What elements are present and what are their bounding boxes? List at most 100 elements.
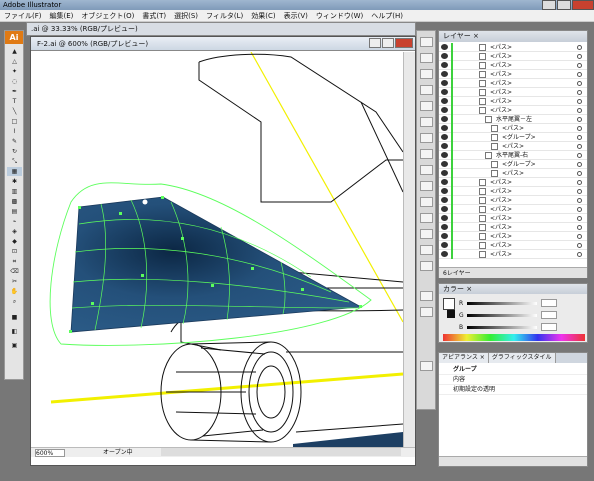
live-paint-tool-icon[interactable]: ◆ bbox=[7, 237, 22, 246]
visibility-eye-icon[interactable] bbox=[441, 134, 448, 140]
target-circle-icon[interactable] bbox=[577, 45, 582, 50]
maximize-button[interactable] bbox=[557, 0, 571, 10]
paragraph-icon[interactable] bbox=[420, 229, 433, 239]
layer-row[interactable]: <パス> bbox=[439, 106, 587, 115]
swatches-icon[interactable] bbox=[420, 149, 433, 159]
visibility-eye-icon[interactable] bbox=[441, 188, 448, 194]
target-circle-icon[interactable] bbox=[577, 198, 582, 203]
menu-file[interactable]: ファイル(F) bbox=[0, 10, 46, 22]
rectangle-tool-icon[interactable]: □ bbox=[7, 117, 22, 126]
paintbrush-tool-icon[interactable]: ⌇ bbox=[7, 127, 22, 136]
color-guide-icon[interactable] bbox=[420, 307, 433, 317]
target-circle-icon[interactable] bbox=[577, 243, 582, 248]
type-tool-icon[interactable]: T bbox=[7, 97, 22, 106]
layer-row[interactable]: <グループ> bbox=[439, 160, 587, 169]
menu-effect[interactable]: 効果(C) bbox=[247, 10, 279, 22]
visibility-eye-icon[interactable] bbox=[441, 71, 448, 77]
color-tab[interactable]: カラー × bbox=[439, 284, 587, 294]
visibility-eye-icon[interactable] bbox=[441, 152, 448, 158]
visibility-eye-icon[interactable] bbox=[441, 224, 448, 230]
color-spectrum[interactable] bbox=[443, 334, 585, 341]
layer-row[interactable]: <グループ> bbox=[439, 133, 587, 142]
lasso-tool-icon[interactable]: ◌ bbox=[7, 77, 22, 86]
appearance-row-contents[interactable]: 内容 bbox=[439, 375, 587, 385]
g-value-field[interactable] bbox=[541, 311, 557, 319]
menu-edit[interactable]: 編集(E) bbox=[46, 10, 78, 22]
target-circle-icon[interactable] bbox=[577, 144, 582, 149]
target-circle-icon[interactable] bbox=[577, 171, 582, 176]
layer-row[interactable]: <パス> bbox=[439, 52, 587, 61]
appearance-row-opacity[interactable]: 初期設定の透明 bbox=[439, 385, 587, 395]
pencil-tool-icon[interactable]: ✎ bbox=[7, 137, 22, 146]
mesh-tool-icon[interactable]: ▦ bbox=[7, 167, 22, 176]
target-circle-icon[interactable] bbox=[577, 135, 582, 140]
layer-row[interactable]: 水平尾翼-右 bbox=[439, 151, 587, 160]
menu-object[interactable]: オブジェクト(O) bbox=[77, 10, 138, 22]
fill-stroke-swatch-icon[interactable]: ■ bbox=[7, 313, 22, 322]
stroke-swatch-icon[interactable] bbox=[447, 310, 455, 318]
hand-tool-icon[interactable]: ✋ bbox=[7, 287, 22, 296]
layer-row[interactable]: <パス> bbox=[439, 214, 587, 223]
artboard-canvas[interactable] bbox=[31, 52, 403, 447]
layer-row[interactable]: <パス> bbox=[439, 241, 587, 250]
menu-select[interactable]: 選択(S) bbox=[170, 10, 202, 22]
layer-row[interactable]: <パス> bbox=[439, 43, 587, 52]
vertical-scrollbar[interactable] bbox=[403, 52, 415, 447]
actions-icon[interactable] bbox=[420, 261, 433, 271]
visibility-eye-icon[interactable] bbox=[441, 44, 448, 50]
horizontal-scrollbar[interactable] bbox=[161, 448, 401, 456]
layer-row[interactable]: <パス> bbox=[439, 79, 587, 88]
direct-selection-tool-icon[interactable]: △ bbox=[7, 57, 22, 66]
layers-tab[interactable]: レイヤー × bbox=[439, 31, 587, 42]
pathfinder-icon[interactable] bbox=[420, 85, 433, 95]
visibility-eye-icon[interactable] bbox=[441, 80, 448, 86]
eraser-tool-icon[interactable]: ⌫ bbox=[7, 267, 22, 276]
color-mode-icon[interactable]: ◧ bbox=[7, 327, 22, 336]
gradient-panel-icon[interactable] bbox=[420, 117, 433, 127]
target-circle-icon[interactable] bbox=[577, 90, 582, 95]
scale-tool-icon[interactable]: ⤡ bbox=[7, 157, 22, 166]
target-circle-icon[interactable] bbox=[577, 162, 582, 167]
gradient-origin-handle[interactable] bbox=[142, 199, 148, 205]
layer-row[interactable]: <パス> bbox=[439, 250, 587, 259]
tab-graphic-styles[interactable]: グラフィックスタイル bbox=[488, 353, 556, 363]
menu-window[interactable]: ウィンドウ(W) bbox=[312, 10, 367, 22]
visibility-eye-icon[interactable] bbox=[441, 107, 448, 113]
visibility-eye-icon[interactable] bbox=[441, 179, 448, 185]
target-circle-icon[interactable] bbox=[577, 126, 582, 131]
stroke-icon[interactable] bbox=[420, 101, 433, 111]
fill-swatch-icon[interactable] bbox=[443, 298, 455, 310]
tab-appearance[interactable]: アピアランス × bbox=[439, 353, 489, 363]
rotate-tool-icon[interactable]: ↻ bbox=[7, 147, 22, 156]
target-circle-icon[interactable] bbox=[577, 252, 582, 257]
target-circle-icon[interactable] bbox=[577, 99, 582, 104]
visibility-eye-icon[interactable] bbox=[441, 116, 448, 122]
layer-row[interactable]: <パス> bbox=[439, 142, 587, 151]
layer-row[interactable]: <パス> bbox=[439, 70, 587, 79]
graphic-styles-icon[interactable] bbox=[420, 197, 433, 207]
eyedropper-tool-icon[interactable]: ⌁ bbox=[7, 217, 22, 226]
target-circle-icon[interactable] bbox=[577, 225, 582, 230]
g-slider[interactable] bbox=[467, 314, 537, 317]
visibility-eye-icon[interactable] bbox=[441, 242, 448, 248]
target-circle-icon[interactable] bbox=[577, 81, 582, 86]
appearance-icon[interactable] bbox=[420, 361, 433, 371]
target-circle-icon[interactable] bbox=[577, 54, 582, 59]
blend-tool-icon[interactable]: ◈ bbox=[7, 227, 22, 236]
background-document-title[interactable]: .ai @ 33.33% (RGB/プレビュー) bbox=[26, 22, 416, 36]
align-icon[interactable] bbox=[420, 69, 433, 79]
menu-help[interactable]: ヘルプ(H) bbox=[367, 10, 407, 22]
b-value-field[interactable] bbox=[541, 323, 557, 331]
scissors-tool-icon[interactable]: ✂ bbox=[7, 277, 22, 286]
visibility-eye-icon[interactable] bbox=[441, 206, 448, 212]
mesh-gradient-tool-icon[interactable]: ▩ bbox=[7, 197, 22, 206]
doc-close-button[interactable] bbox=[395, 38, 413, 48]
doc-minimize-button[interactable] bbox=[369, 38, 381, 48]
magic-wand-tool-icon[interactable]: ✦ bbox=[7, 67, 22, 76]
character-icon[interactable] bbox=[420, 213, 433, 223]
target-circle-icon[interactable] bbox=[577, 216, 582, 221]
visibility-eye-icon[interactable] bbox=[441, 251, 448, 257]
menu-view[interactable]: 表示(V) bbox=[280, 10, 312, 22]
doc-maximize-button[interactable] bbox=[382, 38, 394, 48]
appearance-row-group[interactable]: グループ bbox=[439, 365, 587, 375]
